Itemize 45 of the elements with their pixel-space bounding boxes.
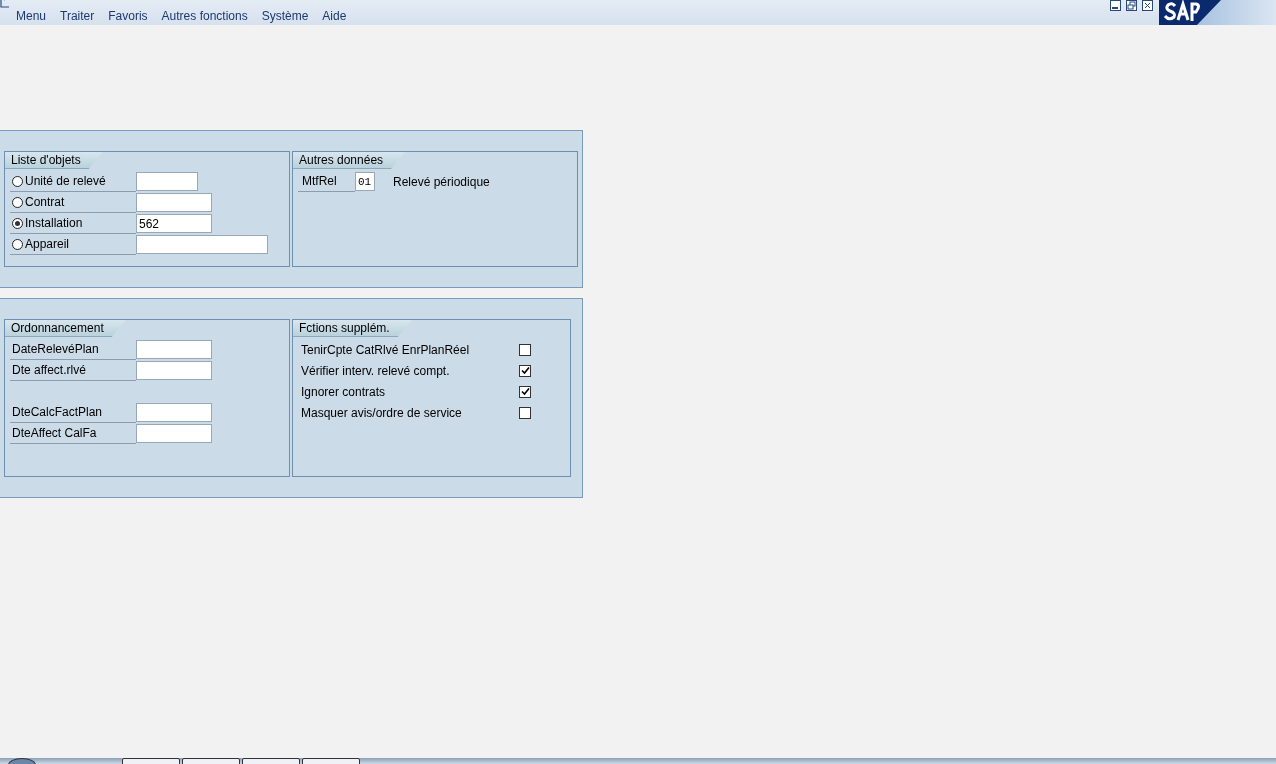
close-icon[interactable] — [1142, 0, 1153, 11]
field-label: Appareil — [25, 237, 70, 251]
group-title: Liste d'objets — [5, 152, 103, 169]
group-title: Autres données — [293, 152, 406, 169]
field-label: DateRelevéPlan — [12, 342, 99, 356]
radio-button[interactable] — [12, 175, 23, 187]
input-field[interactable] — [136, 172, 198, 191]
menu-item[interactable]: Favoris — [108, 9, 148, 23]
input-field[interactable] — [136, 361, 212, 380]
field-label: Installation — [25, 216, 83, 230]
checkbox-label: Masquer avis/ordre de service — [301, 405, 462, 420]
input-field[interactable] — [136, 193, 212, 212]
input-field[interactable]: 562 — [136, 214, 212, 233]
group-title: Ordonnancement — [5, 320, 126, 337]
radio-button[interactable] — [12, 196, 23, 208]
checkbox-label: TenirCpte CatRlvé EnrPlanRéel — [301, 342, 470, 357]
restore-icon[interactable] — [1126, 0, 1137, 11]
group-title: Fctions supplém. — [293, 320, 412, 337]
input-field[interactable] — [136, 340, 212, 359]
menu-item[interactable]: Système — [261, 9, 309, 23]
input-field[interactable] — [136, 424, 212, 443]
checkbox[interactable] — [519, 406, 531, 419]
field-label: DteAffect CalFa — [12, 426, 97, 440]
field-label: Unité de relevé — [25, 174, 106, 188]
menu-item[interactable]: Autres fonctions — [161, 9, 248, 23]
checkbox[interactable] — [519, 364, 531, 377]
field-label: Contrat — [25, 195, 65, 209]
menu-item[interactable]: Menu — [16, 9, 47, 23]
checkbox-label: Ignorer contrats — [301, 384, 386, 399]
minimize-icon[interactable] — [1110, 0, 1121, 11]
field-label: MtfRel — [302, 174, 337, 188]
menu-item[interactable]: Traiter — [60, 9, 95, 23]
menu-item[interactable]: Aide — [322, 9, 347, 23]
checkbox[interactable] — [519, 385, 531, 398]
input-field[interactable]: 01 — [355, 172, 375, 191]
radio-button[interactable] — [12, 217, 23, 229]
field-description: Relevé périodique — [393, 174, 490, 189]
field-label: DteCalcFactPlan — [12, 405, 103, 419]
checkbox[interactable] — [519, 343, 531, 356]
field-label: Dte affect.rlvé — [12, 363, 86, 377]
radio-button[interactable] — [12, 238, 23, 250]
document-icon[interactable] — [0, 0, 12, 8]
input-field[interactable] — [136, 235, 268, 254]
checkbox-label: Vérifier interv. relevé compt. — [301, 363, 450, 378]
input-field[interactable] — [136, 403, 212, 422]
